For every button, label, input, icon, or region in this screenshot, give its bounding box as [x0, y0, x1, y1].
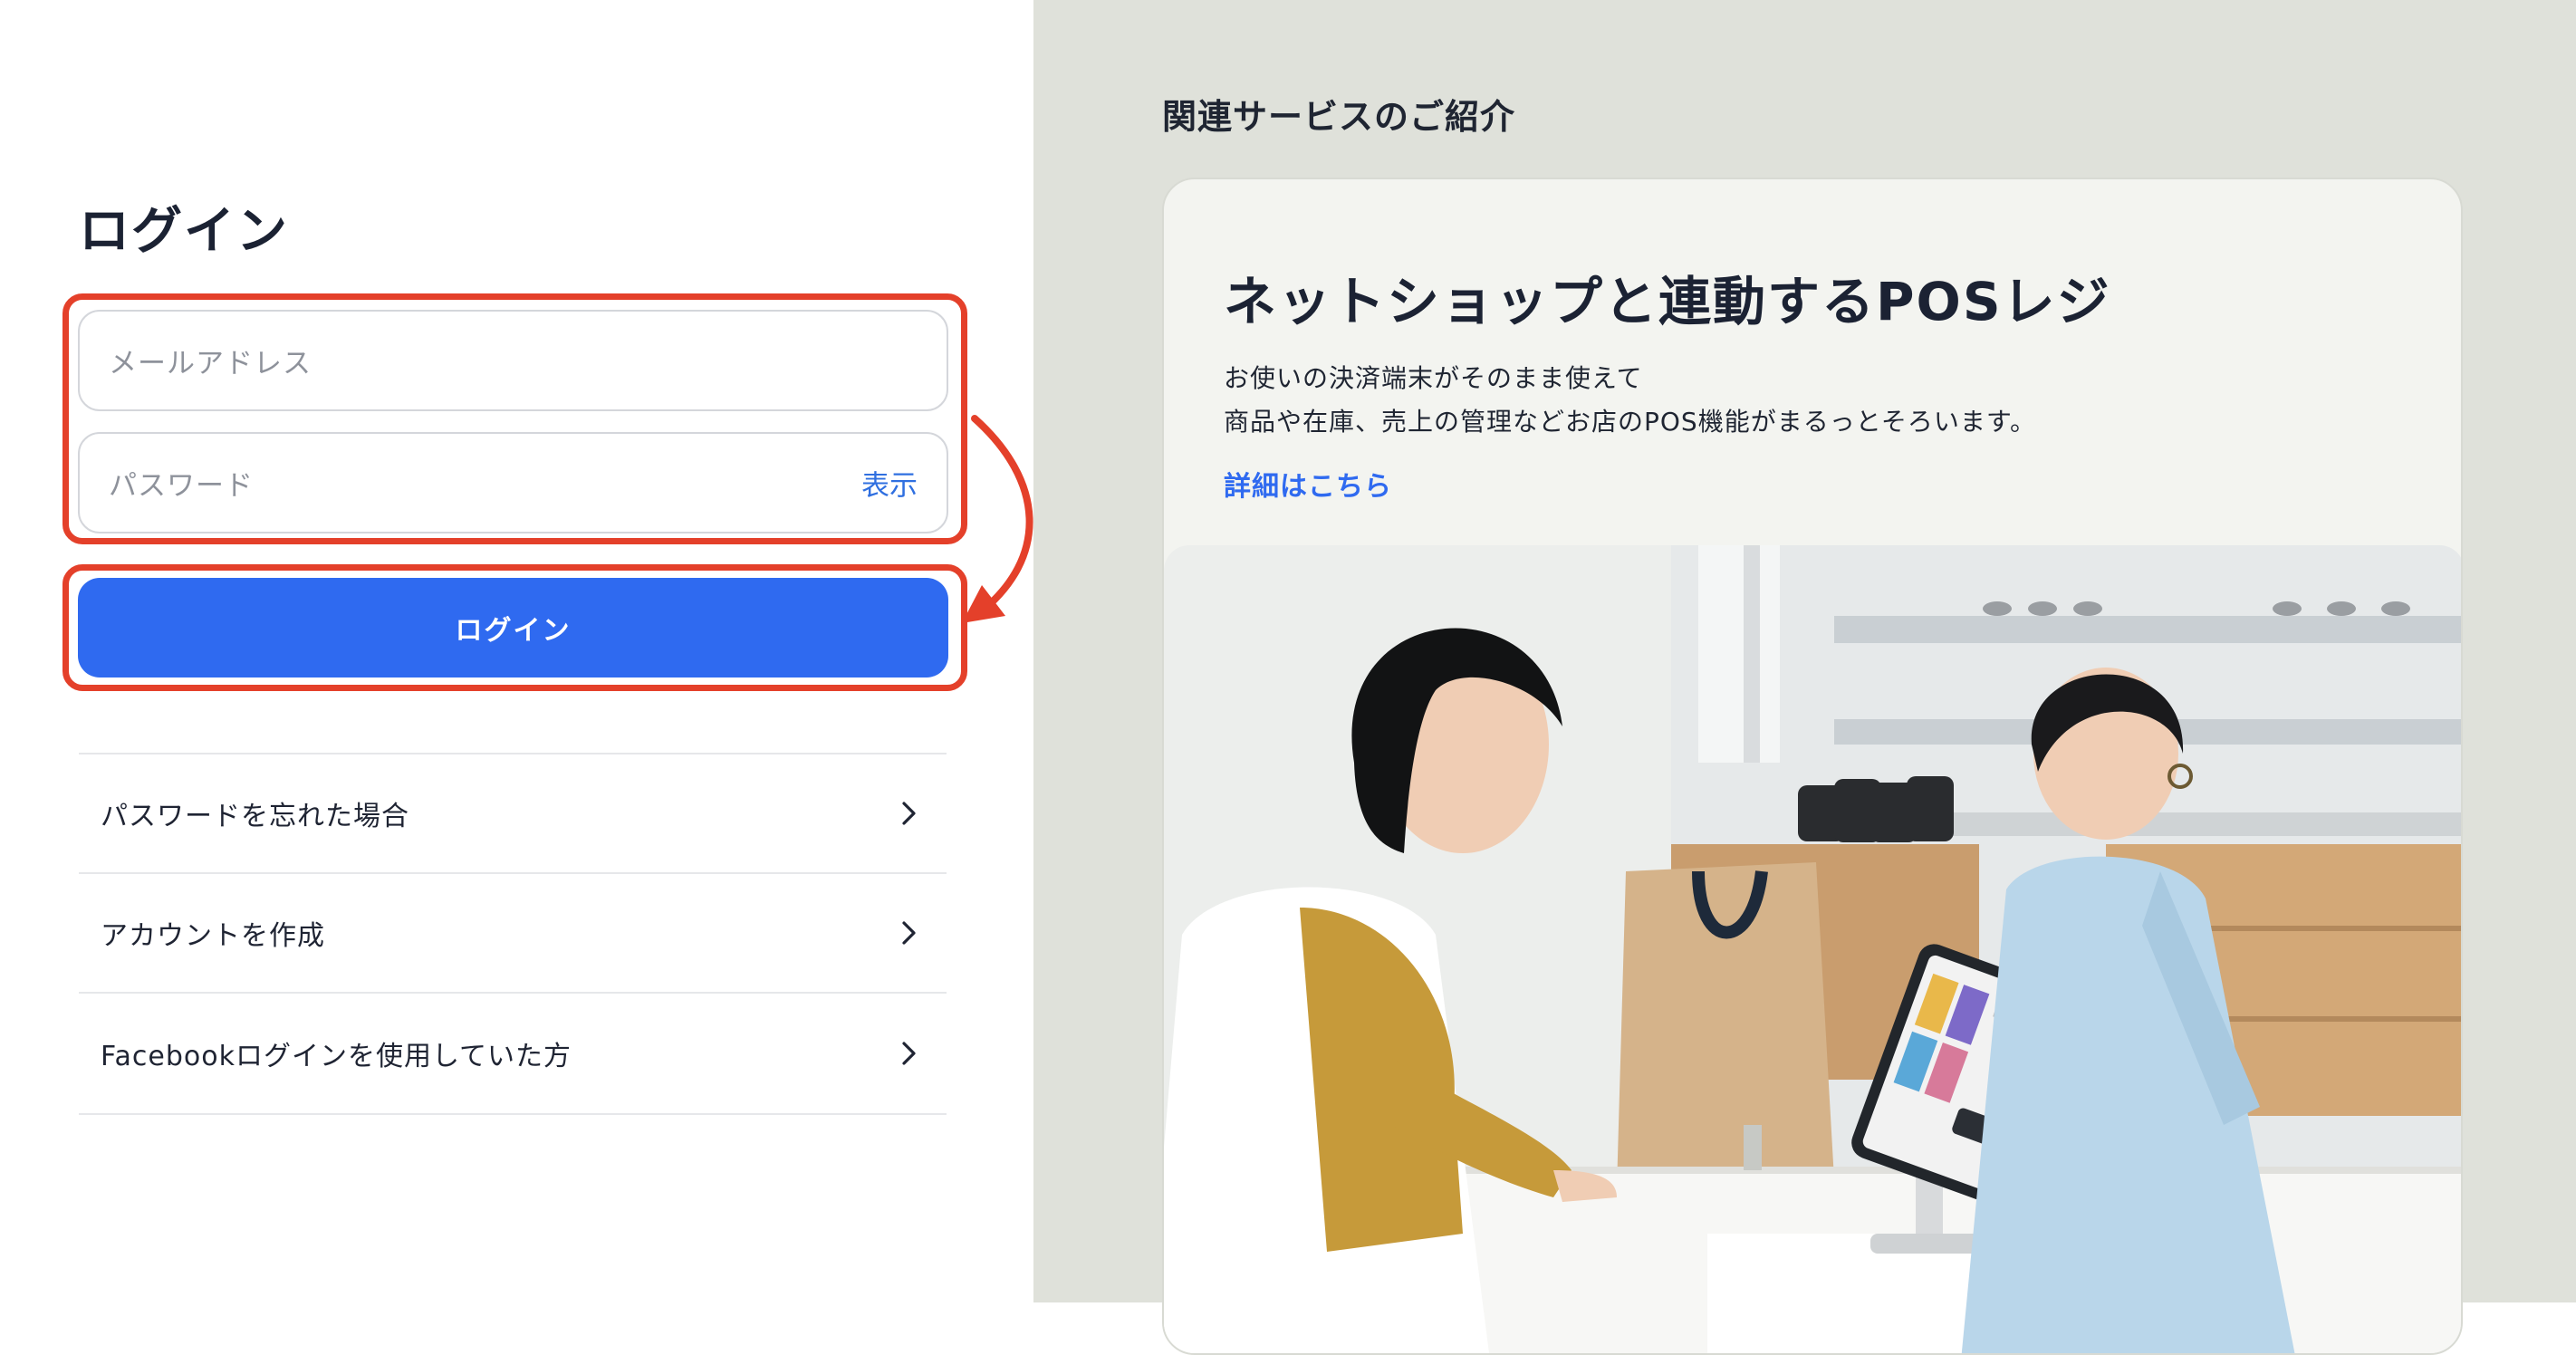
pos-register-photo: [1164, 545, 2461, 1353]
promo-description-line: 商品や在庫、売上の管理などお店のPOS機能がまるっとそろいます。: [1224, 407, 2037, 437]
link-label: Facebookログインを使用していた方: [101, 1041, 572, 1072]
create-account-link[interactable]: アカウントを作成: [79, 872, 947, 992]
promo-card: ネットショップと連動するPOSレジ お使いの決済端末がそのまま使えて 商品や在庫…: [1162, 178, 2463, 1355]
chevron-right-icon: [902, 921, 916, 945]
details-link[interactable]: 詳細はこちら: [1224, 464, 1392, 504]
related-services-panel: 関連サービスのご紹介 ネットショップと連動するPOSレジ お使いの決済端末がその…: [1033, 0, 2576, 1355]
link-list: パスワードを忘れた場合 アカウントを作成 Facebookログインを使用していた…: [79, 753, 947, 1115]
promo-photo: [1164, 545, 2461, 1353]
forgot-password-link[interactable]: パスワードを忘れた場合: [79, 753, 947, 872]
annotation-highlight-fields: [62, 293, 967, 544]
link-label: アカウントを作成: [101, 920, 325, 952]
promo-heading: ネットショップと連動するPOSレジ: [1224, 271, 2111, 332]
facebook-login-link[interactable]: Facebookログインを使用していた方: [79, 992, 947, 1115]
annotation-highlight-button: [62, 564, 967, 691]
promo-description-line: お使いの決済端末がそのまま使えて: [1224, 363, 1643, 393]
promo-description: お使いの決済端末がそのまま使えて 商品や在庫、売上の管理などお店のPOS機能がま…: [1224, 357, 2036, 444]
login-panel: ログイン メールアドレス パスワード 表示 ログイン パスワードを忘れた場合 ア…: [0, 0, 1033, 1302]
chevron-right-icon: [902, 802, 916, 825]
chevron-right-icon: [902, 1042, 916, 1065]
section-title: 関連サービスのご紹介: [1162, 97, 1516, 137]
page-title: ログイン: [79, 202, 289, 261]
link-label: パスワードを忘れた場合: [101, 801, 409, 832]
